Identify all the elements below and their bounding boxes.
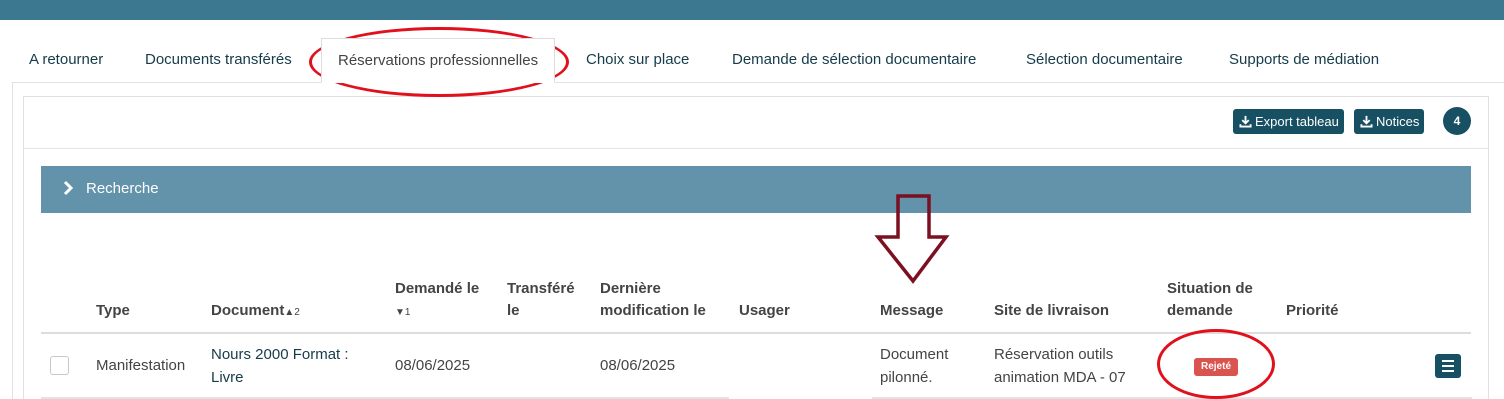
header-document[interactable]: Document▲2: [211, 300, 300, 324]
header-message[interactable]: Message: [880, 300, 943, 322]
cell-demande-le: 08/06/2025: [395, 357, 471, 374]
tab-selection-documentaire[interactable]: Sélection documentaire: [1026, 38, 1183, 83]
sort-asc-icon: ▲: [284, 307, 295, 318]
menu-icon-line: [1442, 360, 1454, 362]
tab-reservations-professionnelles[interactable]: Réservations professionnelles: [321, 38, 556, 83]
tab-documents-transferes[interactable]: Documents transférés: [145, 38, 292, 83]
menu-icon-line: [1442, 370, 1454, 372]
tab-bar: A retourner Documents transférés Réserva…: [12, 38, 1504, 83]
header-line: modification le: [600, 302, 706, 319]
sort-desc-icon: ▼: [395, 307, 405, 318]
panel-header-divider: [24, 148, 1488, 149]
export-table-label: Export tableau: [1255, 114, 1339, 129]
cell-line: pilonné.: [880, 369, 933, 386]
export-table-button[interactable]: Export tableau: [1233, 109, 1344, 134]
header-line: Transféré: [507, 280, 575, 297]
cell-line: Réservation outils: [994, 346, 1114, 363]
header-line: Situation de: [1167, 280, 1253, 297]
header-site-livraison[interactable]: Site de livraison: [994, 300, 1109, 322]
cell-type: Manifestation: [96, 357, 186, 374]
sort-order: 2: [294, 307, 300, 318]
header-type: Type: [96, 302, 130, 319]
header-derniere-modification[interactable]: Dernière modification le: [600, 278, 706, 322]
result-count-badge: 4: [1443, 107, 1471, 135]
search-toggle-bar[interactable]: Recherche: [41, 166, 1471, 213]
chevron-right-icon: [63, 180, 74, 196]
search-label: Recherche: [86, 180, 159, 197]
notices-button[interactable]: Notices: [1354, 109, 1425, 134]
tab-choix-sur-place[interactable]: Choix sur place: [586, 38, 689, 83]
down-arrow-annotation: [874, 194, 950, 284]
header-divider: [41, 332, 1471, 334]
cell-line: Nours 2000 Format :: [211, 346, 349, 363]
download-icon: [1239, 115, 1252, 128]
row-actions-menu-button[interactable]: [1435, 354, 1461, 378]
cell-line: Document: [880, 346, 949, 363]
panel-right-border: [1488, 96, 1489, 399]
row-select-checkbox[interactable]: [50, 356, 69, 375]
header-transfere-le[interactable]: Transféré le: [507, 278, 575, 322]
header-document-label: Document: [211, 302, 285, 319]
header-usager[interactable]: Usager: [739, 300, 790, 322]
cell-line: Livre: [211, 369, 244, 386]
notices-label: Notices: [1376, 114, 1420, 129]
menu-icon-line: [1442, 365, 1454, 367]
sort-order: 1: [404, 307, 411, 318]
download-icon: [1360, 115, 1373, 128]
tab-supports-mediation[interactable]: Supports de médiation: [1229, 38, 1379, 83]
status-badge-rejected: Rejeté: [1194, 358, 1239, 376]
cell-document-link[interactable]: Nours 2000 Format : Livre: [211, 343, 349, 389]
header-demande-label: Demandé le: [395, 280, 480, 297]
cell-site-livraison: Réservation outils animation MDA - 07: [994, 343, 1126, 389]
top-header-bar: [0, 0, 1504, 20]
header-priorite[interactable]: Priorité: [1286, 300, 1339, 322]
cell-derniere-modification: 08/06/2025: [600, 357, 676, 374]
header-situation-demande[interactable]: Situation de demande: [1167, 278, 1253, 322]
header-demande-le[interactable]: Demandé le ▼1: [395, 278, 479, 324]
cell-message: Document pilonné.: [880, 343, 948, 389]
cell-line: animation MDA - 07: [994, 369, 1126, 386]
header-line: Dernière: [600, 280, 661, 297]
tab-a-retourner[interactable]: A retourner: [29, 38, 103, 83]
tab-demande-selection-documentaire[interactable]: Demande de sélection documentaire: [732, 38, 976, 83]
header-line: demande: [1167, 302, 1233, 319]
header-line: le: [507, 302, 520, 319]
